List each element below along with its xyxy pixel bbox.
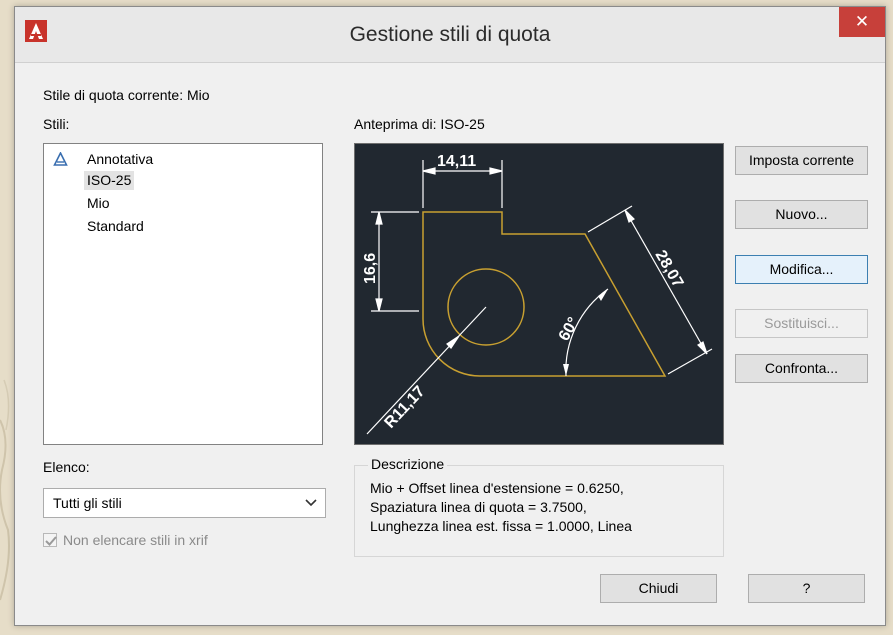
annotative-icon [53,152,68,166]
override-button[interactable]: Sostituisci... [735,309,868,338]
list-filter-value: Tutti gli stili [53,495,122,511]
new-button[interactable]: Nuovo... [735,200,868,229]
style-item-mio[interactable]: Mio [84,194,113,213]
close-window-button[interactable]: ✕ [839,7,885,37]
description-line: Lunghezza linea est. fissa = 1.0000, Lin… [370,518,632,534]
modify-button[interactable]: Modifica... [735,255,868,284]
dim-angle-text: 60° [556,315,583,344]
title-bar[interactable]: Gestione stili di quota ✕ [15,7,885,63]
style-preview: 14,11 16,6 28,07 60° R11,17 [354,143,724,445]
dimension-style-manager-dialog: Gestione stili di quota ✕ Stile di quota… [14,6,886,626]
dim-radius-lines [366,306,487,435]
dim-left-text: 16,6 [362,253,379,284]
dim-radius-text: R11,17 [381,383,428,432]
exclude-xref-label: Non elencare stili in xrif [63,532,208,548]
close-button[interactable]: Chiudi [600,574,717,603]
styles-label: Stili: [43,116,70,132]
dim-top-text: 14,11 [437,153,476,170]
preview-drawing: 14,11 16,6 28,07 60° R11,17 [362,153,713,435]
compare-button[interactable]: Confronta... [735,354,868,383]
dim-diag-text: 28,07 [652,248,687,291]
description-line: Mio + Offset linea d'estensione = 0.6250… [370,480,624,496]
style-item-iso-25[interactable]: ISO-25 [84,171,135,190]
style-item-annotativa[interactable]: Annotativa [84,150,156,169]
set-current-button[interactable]: Imposta corrente [735,146,868,175]
styles-list[interactable]: Annotativa ISO-25 Mio Standard [43,143,323,445]
description-legend: Descrizione [368,456,448,472]
current-style-label: Stile di quota corrente: Mio [43,87,210,103]
help-button[interactable]: ? [748,574,865,603]
exclude-xref-checkbox[interactable] [43,533,57,547]
description-line: Spaziatura linea di quota = 3.7500, [370,499,587,515]
checkmark-icon [45,536,57,546]
list-filter-select[interactable]: Tutti gli stili [43,488,326,518]
style-item-standard[interactable]: Standard [84,217,147,236]
list-label: Elenco: [43,459,90,475]
dialog-title: Gestione stili di quota [349,23,551,46]
chevron-down-icon [305,499,317,507]
preview-label: Anteprima di: ISO-25 [354,116,485,132]
preview-part-outline [422,211,667,377]
